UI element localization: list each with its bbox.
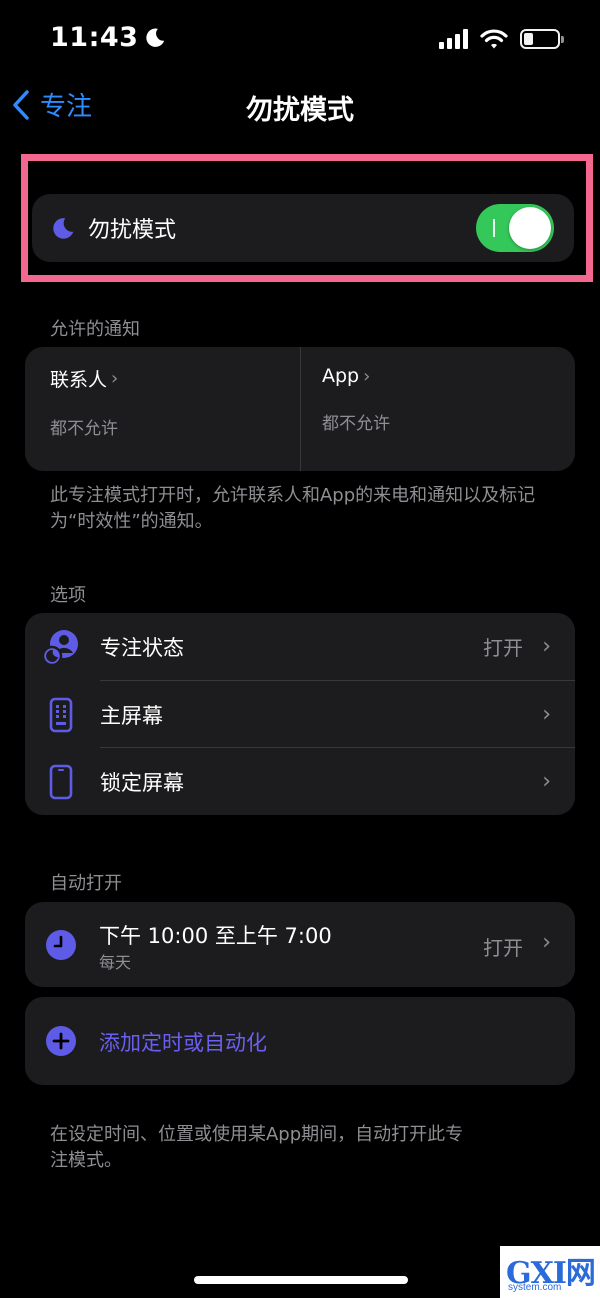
auto-section-title: 自动打开	[50, 873, 122, 894]
chevron-right-icon: ›	[542, 702, 551, 727]
cellular-signal-icon	[439, 29, 468, 49]
allowed-apps-cell[interactable]: App › 都不允许	[322, 365, 390, 434]
allowed-section-title: 允许的通知	[50, 319, 140, 340]
add-schedule-button[interactable]: 添加定时或自动化	[25, 997, 575, 1085]
options-section-title: 选项	[50, 585, 86, 606]
chevron-right-icon: ›	[542, 930, 551, 955]
option-label: 专注状态	[100, 635, 184, 660]
option-label: 主屏幕	[100, 703, 163, 728]
watermark-logo: GXI网 system.com	[500, 1246, 600, 1298]
option-label: 锁定屏幕	[100, 770, 184, 795]
clock-icon	[46, 930, 76, 960]
chevron-right-icon: ›	[363, 365, 371, 387]
moon-icon	[53, 218, 74, 239]
auto-note: 在设定时间、位置或使用某App期间，自动打开此专注模式。	[50, 1124, 464, 1171]
focus-status-icon	[41, 627, 81, 667]
allowed-notifications-card: 联系人 › 都不允许 App › 都不允许	[25, 347, 575, 471]
home-indicator[interactable]	[194, 1276, 408, 1284]
options-card: 专注状态 打开 › 主屏幕 › 锁定屏幕 ›	[25, 613, 575, 815]
schedule-value: 打开	[483, 936, 523, 960]
chevron-right-icon: ›	[542, 769, 551, 794]
focus-toggle-row: 勿扰模式	[32, 194, 574, 262]
option-home-screen[interactable]: 主屏幕 ›	[25, 681, 575, 748]
status-time: 11:43	[50, 22, 166, 53]
schedule-days: 每天	[99, 953, 132, 972]
allowed-note: 此专注模式打开时，允许联系人和App的来电和通知以及标记为“时效性”的通知。	[50, 485, 536, 532]
lock-screen-icon	[41, 762, 81, 802]
chevron-right-icon: ›	[542, 634, 551, 659]
schedule-time: 下午 10:00 至上午 7:00	[99, 924, 332, 948]
moon-icon	[146, 28, 165, 47]
wifi-icon	[480, 29, 508, 49]
plus-circle-icon	[46, 1026, 76, 1056]
option-focus-status[interactable]: 专注状态 打开 ›	[25, 613, 575, 680]
toggle-knob	[509, 207, 551, 249]
battery-icon	[520, 29, 564, 49]
cell-divider	[300, 347, 301, 471]
allowed-apps-title: App	[322, 365, 360, 387]
home-screen-icon	[41, 695, 81, 735]
allowed-people-cell[interactable]: 联系人 › 都不允许	[50, 365, 118, 439]
schedule-row[interactable]: 下午 10:00 至上午 7:00 每天 打开 ›	[25, 902, 575, 987]
option-lock-screen[interactable]: 锁定屏幕 ›	[25, 748, 575, 815]
watermark-url: system.com	[508, 1282, 562, 1293]
option-value: 打开	[483, 636, 523, 660]
allowed-apps-value: 都不允许	[322, 414, 390, 434]
page-title: 勿扰模式	[246, 95, 354, 126]
chevron-right-icon: ›	[111, 368, 119, 389]
status-indicators	[439, 28, 564, 50]
add-schedule-label: 添加定时或自动化	[99, 1031, 267, 1055]
focus-toggle-switch[interactable]	[476, 204, 554, 252]
focus-toggle-label: 勿扰模式	[88, 218, 177, 243]
allowed-people-title: 联系人	[50, 369, 108, 391]
allowed-people-value: 都不允许	[50, 419, 118, 439]
